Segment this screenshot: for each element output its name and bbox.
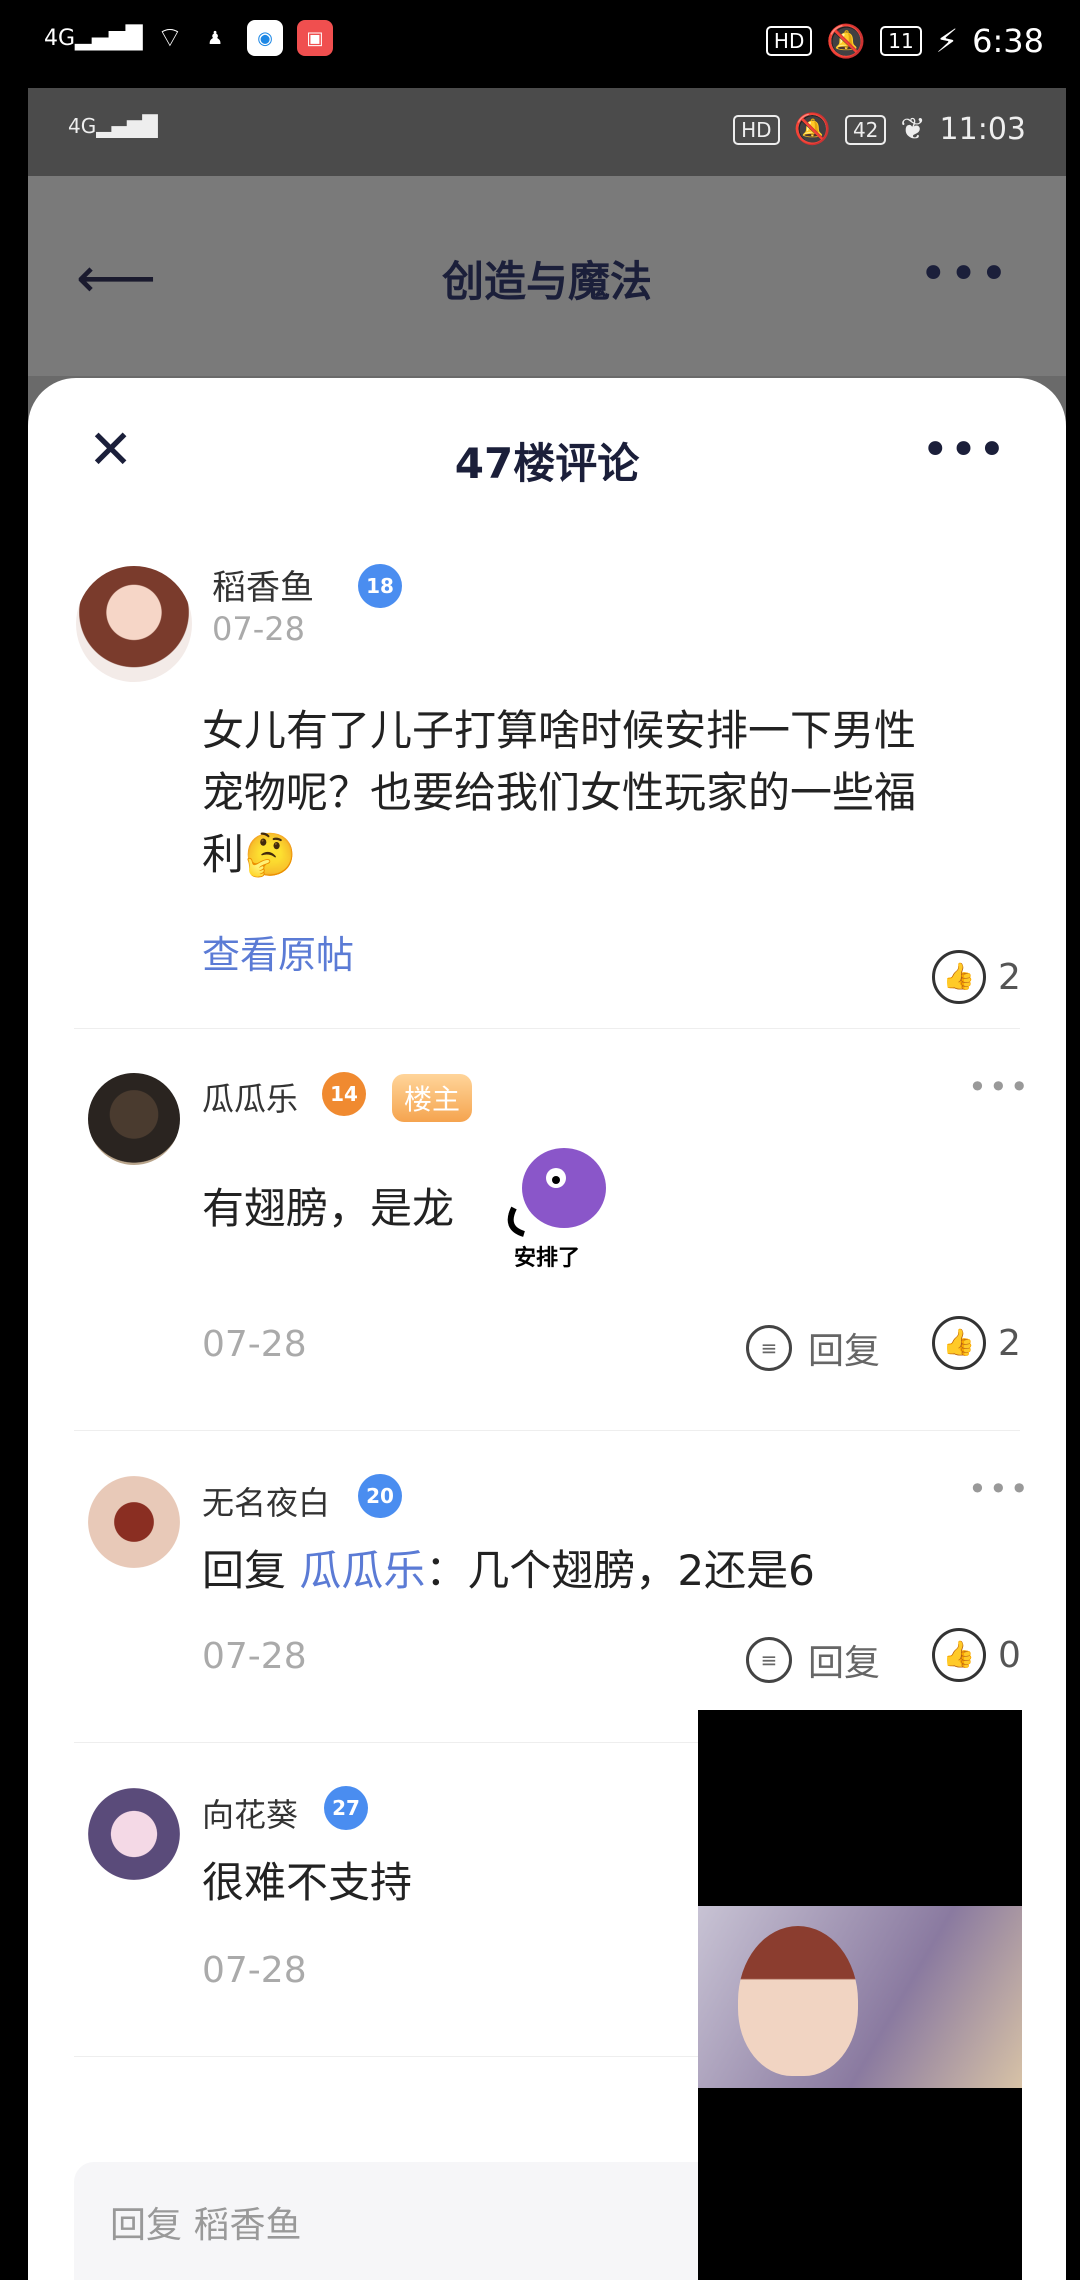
qq-icon: ♟ xyxy=(206,27,224,49)
thumbs-up-icon: 👍 xyxy=(932,950,986,1004)
mute-icon: 🔕 xyxy=(793,112,831,147)
post-text-line: 利 xyxy=(202,830,245,879)
level-badge: 27 xyxy=(324,1786,368,1830)
reply-body: ：几个翅膀，2还是6 xyxy=(425,1546,815,1595)
level-badge: 18 xyxy=(358,564,402,608)
comment-more-icon[interactable]: ••• xyxy=(968,1470,1031,1508)
comment-text: 有翅膀，是龙 xyxy=(202,1184,455,1233)
reply-button[interactable]: ≡ 回复 xyxy=(746,1322,880,1374)
reply-button[interactable]: ≡ 回复 xyxy=(746,1634,880,1686)
comment-bubble-icon: ≡ xyxy=(746,1325,792,1371)
like-count: 2 xyxy=(998,1322,1021,1364)
floating-video-player[interactable] xyxy=(698,1710,1022,2280)
post-date: 07-28 xyxy=(212,610,305,648)
thumbs-up-icon: 👍 xyxy=(932,1628,986,1682)
app-header: ⟵ 创造与魔法 ••• xyxy=(28,176,1066,376)
divider xyxy=(74,1028,1020,1029)
inner-status-bar: 4G▂▄▆█ HD 🔕 42 ❦ 11:03 xyxy=(28,88,1066,176)
comment-bubble-icon: ≡ xyxy=(746,1637,792,1683)
comment-date: 07-28 xyxy=(202,1636,307,1677)
author-name[interactable]: 瓜瓜乐 xyxy=(202,1074,298,1120)
charging-icon: ⚡ xyxy=(935,22,959,60)
like-count: 0 xyxy=(998,1634,1021,1676)
post-text-line: 女儿有了儿子打算啥时候安排一下男性 xyxy=(202,706,917,755)
app-icon: ◉ xyxy=(247,20,284,56)
sticker-caption: 安排了 xyxy=(514,1246,581,1271)
owner-badge: 楼主 xyxy=(392,1074,473,1122)
mute-icon: 🔕 xyxy=(826,22,867,60)
leaf-icon: ❦ xyxy=(900,112,926,147)
divider xyxy=(74,1430,1020,1431)
avatar[interactable] xyxy=(88,1476,180,1568)
like-button[interactable]: 👍 0 xyxy=(932,1628,1021,1682)
like-button[interactable]: 👍 2 xyxy=(932,1316,1021,1370)
comment-date: 07-28 xyxy=(202,1324,307,1365)
signal-icon: 4G▂▄▆█ xyxy=(44,25,143,51)
reply-placeholder: 回复 稻香鱼 xyxy=(110,2205,302,2246)
wifi-icon: ⌔ xyxy=(156,20,184,54)
signal-icon: 4G▂▄▆█ xyxy=(68,114,158,138)
thumbs-up-icon: 👍 xyxy=(932,1316,986,1370)
outer-status-bar: 4G▂▄▆█ ⌔ ♟ ◉ ▣ HD 🔕 11 ⚡ 6:38 xyxy=(0,0,1080,88)
avatar[interactable] xyxy=(88,1073,180,1165)
avatar[interactable] xyxy=(88,1788,180,1880)
view-original-link[interactable]: 查看原帖 xyxy=(202,924,354,979)
thinking-emoji-icon: 🤔 xyxy=(244,830,297,879)
like-count: 2 xyxy=(998,956,1021,998)
comment-more-icon[interactable]: ••• xyxy=(968,1068,1031,1106)
reply-label: 回复 xyxy=(808,1331,881,1372)
sheet-title: 47楼评论 xyxy=(454,439,640,488)
comment-date: 07-28 xyxy=(202,1950,307,1991)
level-badge: 14 xyxy=(322,1072,366,1116)
app-icon-red: ▣ xyxy=(297,20,334,56)
reply-label: 回复 xyxy=(808,1643,881,1684)
battery-icon: 11 xyxy=(880,26,922,56)
comment-text: 回复 瓜瓜乐：几个翅膀，2还是6 xyxy=(202,1540,815,1602)
hd-icon: HD xyxy=(733,114,780,145)
post-text-line: 宠物呢？也要给我们女性玩家的一些福 xyxy=(202,768,917,817)
comment-text: 很难不支持 xyxy=(202,1858,413,1907)
more-icon[interactable]: ••• xyxy=(921,422,1006,478)
sheet-header: ✕ 47楼评论 ••• xyxy=(28,378,1066,523)
more-icon[interactable]: ••• xyxy=(919,246,1010,302)
reply-prefix: 回复 xyxy=(202,1546,287,1595)
hd-icon: HD xyxy=(765,26,813,56)
author-name[interactable]: 稻香鱼 xyxy=(212,560,314,609)
clock: 11:03 xyxy=(939,112,1026,147)
like-button[interactable]: 👍 2 xyxy=(932,950,1021,1004)
author-name[interactable]: 向花葵 xyxy=(202,1790,298,1836)
level-badge: 20 xyxy=(358,1474,402,1518)
page-title: 创造与魔法 xyxy=(441,257,652,306)
avatar[interactable] xyxy=(76,566,192,682)
reply-to-user[interactable]: 瓜瓜乐 xyxy=(299,1546,425,1595)
battery-icon: 42 xyxy=(844,114,887,145)
anime-character-image xyxy=(738,1926,858,2076)
clock: 6:38 xyxy=(972,22,1044,60)
post-content: 女儿有了儿子打算啥时候安排一下男性 宠物呢？也要给我们女性玩家的一些福 利🤔 xyxy=(202,700,1002,886)
video-frame xyxy=(698,1906,1022,2088)
author-name[interactable]: 无名夜白 xyxy=(202,1478,330,1524)
